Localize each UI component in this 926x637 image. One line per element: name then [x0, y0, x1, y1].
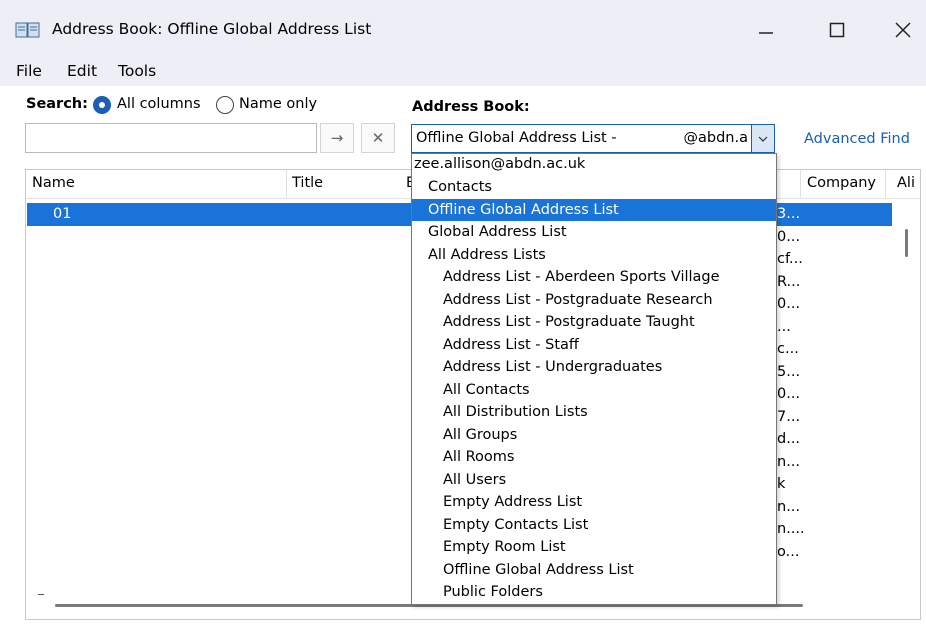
column-divider[interactable] — [800, 170, 801, 198]
cell-partial: cf... — [777, 251, 803, 267]
name-only-label[interactable]: Name only — [239, 96, 317, 112]
search-label: Search: — [26, 96, 88, 112]
dropdown-item[interactable]: Global Address List — [428, 221, 567, 243]
window-title: Address Book: Offline Global Address Lis… — [52, 20, 372, 38]
dropdown-item[interactable]: Empty Address List — [443, 491, 582, 513]
row-name: 01 — [53, 206, 72, 222]
dropdown-item[interactable]: Empty Contacts List — [443, 514, 588, 536]
cell-partial: 0... — [777, 386, 801, 402]
cell-partial: R... — [777, 274, 801, 290]
dropdown-item[interactable]: All Users — [443, 469, 506, 491]
column-header-title[interactable]: Title — [292, 175, 323, 191]
all-columns-radio[interactable] — [93, 96, 111, 114]
dropdown-item[interactable]: Public Folders — [443, 581, 543, 603]
clear-icon: ✕ — [371, 129, 385, 147]
address-book-icon — [15, 22, 40, 38]
dropdown-account[interactable]: zee.allison@abdn.ac.uk — [414, 153, 585, 175]
cell-partial: 0... — [777, 296, 801, 312]
dropdown-item[interactable]: Empty Room List — [443, 536, 566, 558]
dropdown-toggle[interactable] — [751, 125, 774, 152]
all-columns-label[interactable]: All columns — [117, 96, 201, 112]
chevron-down-icon — [758, 136, 768, 142]
cell-partial: n.... — [777, 521, 805, 537]
address-book-label: Address Book: — [412, 99, 530, 115]
close-icon — [895, 22, 911, 38]
clear-search-button[interactable]: ✕ — [361, 123, 395, 153]
vertical-scrollbar[interactable] — [905, 229, 908, 257]
column-divider[interactable] — [885, 170, 886, 198]
cell-partial: k — [777, 476, 786, 492]
cell-partial: 7... — [777, 409, 801, 425]
column-header-alias[interactable]: Ali — [897, 175, 915, 191]
dropdown-item[interactable]: All Rooms — [443, 446, 514, 468]
close-button[interactable] — [889, 16, 917, 44]
column-divider[interactable] — [286, 170, 287, 198]
cell-partial: c... — [777, 341, 799, 357]
cell-partial: d... — [777, 431, 801, 447]
arrow-right-icon: → — [330, 129, 344, 147]
cell-partial: n... — [777, 499, 801, 515]
column-header-company[interactable]: Company — [807, 175, 876, 191]
dash-mark — [38, 594, 44, 595]
cell-partial: 5... — [777, 364, 801, 380]
dropdown-item[interactable]: All Address Lists — [428, 244, 546, 266]
dropdown-item[interactable]: Address List - Staff — [443, 334, 579, 356]
dropdown-item[interactable]: All Groups — [443, 424, 517, 446]
dropdown-item[interactable]: Offline Global Address List — [428, 199, 619, 221]
dropdown-item[interactable]: Contacts — [428, 176, 492, 198]
cell-partial: o... — [777, 544, 800, 560]
address-book-select[interactable]: Offline Global Address List - @abdn.a — [411, 124, 775, 153]
address-book-selected: Offline Global Address List - — [416, 130, 617, 146]
name-only-radio[interactable] — [216, 96, 234, 114]
menu-file[interactable]: File — [16, 62, 42, 80]
dropdown-item[interactable]: All Distribution Lists — [443, 401, 588, 423]
maximize-icon — [829, 22, 845, 38]
advanced-find-link[interactable]: Advanced Find — [804, 131, 910, 147]
menu-edit[interactable]: Edit — [67, 62, 97, 80]
dropdown-item[interactable]: Offline Global Address List — [443, 559, 634, 581]
cell-partial: ... — [777, 319, 791, 335]
maximize-button[interactable] — [823, 16, 851, 44]
cell-partial: n... — [777, 454, 801, 470]
dropdown-item[interactable]: Address List - Aberdeen Sports Village — [443, 266, 720, 288]
cell-partial: 3... — [777, 206, 801, 222]
minimize-button[interactable] — [752, 16, 780, 44]
dropdown-item[interactable]: Address List - Undergraduates — [443, 356, 662, 378]
cell-partial: 0... — [777, 229, 801, 245]
minimize-icon — [759, 32, 773, 34]
address-book-domain: @abdn.a — [683, 130, 748, 146]
dropdown-item[interactable]: Address List - Postgraduate Taught — [443, 311, 695, 333]
dropdown-item[interactable]: Address List - Postgraduate Research — [443, 289, 713, 311]
menu-tools[interactable]: Tools — [118, 62, 156, 80]
column-header-name[interactable]: Name — [32, 175, 75, 191]
address-book-window: Address Book: Offline Global Address Lis… — [0, 0, 926, 637]
dropdown-item[interactable]: All Contacts — [443, 379, 530, 401]
search-input[interactable] — [25, 123, 317, 153]
search-go-button[interactable]: → — [320, 123, 354, 153]
